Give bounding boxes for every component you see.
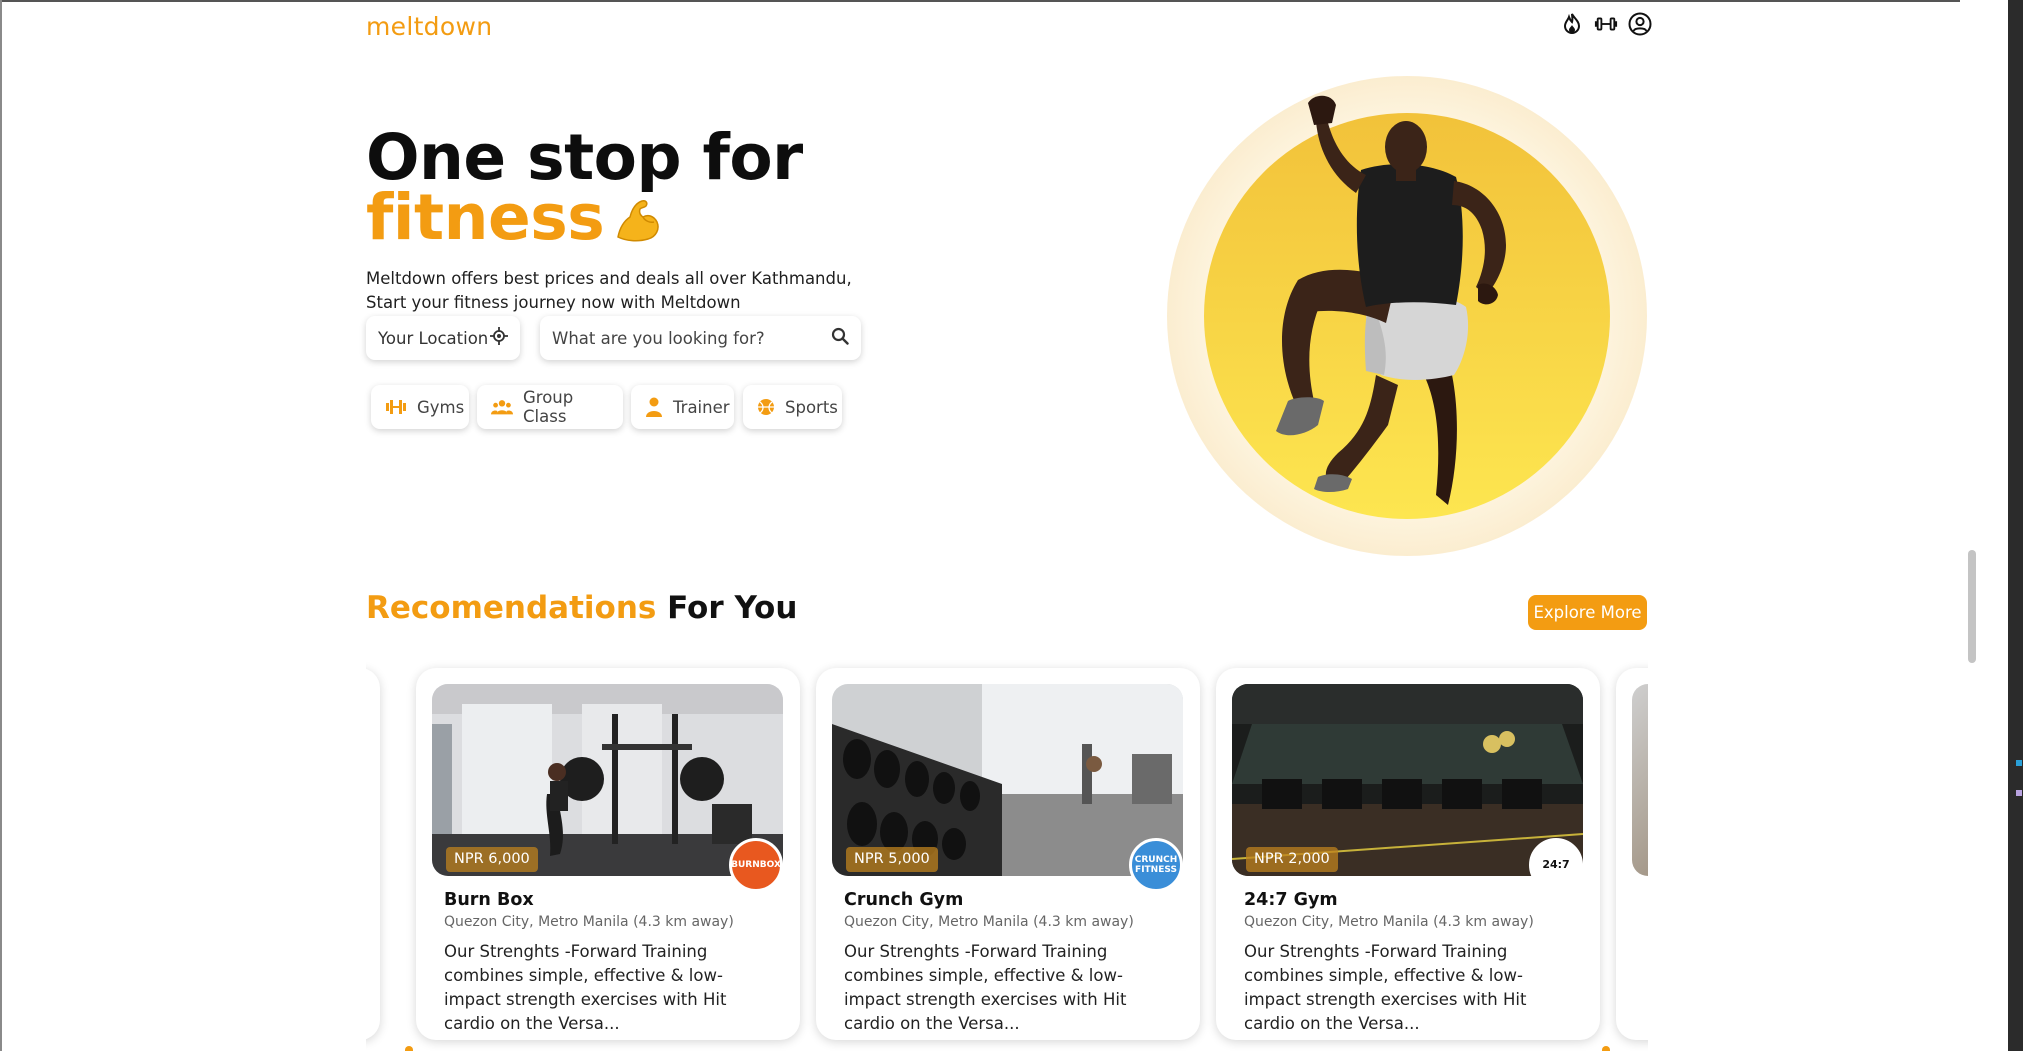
- category-label: Gyms: [417, 397, 465, 417]
- window-top-border: [0, 0, 2023, 2]
- hero-title-line1: One stop for: [366, 121, 803, 194]
- gym-card[interactable]: NPR 6,000 BURNBOX Burn Box Quezon City, …: [416, 668, 800, 1040]
- location-label: Your Location: [378, 328, 489, 348]
- explore-more-button[interactable]: Explore More: [1528, 595, 1647, 630]
- gym-location: Quezon City, Metro Manila (4.3 km away): [444, 914, 734, 930]
- gym-description: Our Strenghts -Forward Training combines…: [444, 942, 727, 1033]
- recommendations-heading: Recomendations For You: [366, 590, 797, 626]
- category-label: Group Class: [523, 388, 574, 426]
- gym-name[interactable]: Burn Box: [444, 890, 534, 910]
- gym-card[interactable]: NPR 5,000 CRUNCH FITNESS Crunch Gym Quez…: [816, 668, 1200, 1040]
- gym-card-partial[interactable]: [366, 668, 380, 1040]
- category-label: Trainer: [673, 397, 730, 417]
- gym-logo-text: BURNBOX: [731, 860, 781, 870]
- panel-marker: [2016, 790, 2022, 796]
- site-logo[interactable]: meltdown: [366, 12, 492, 41]
- gym-location: Quezon City, Metro Manila (4.3 km away): [1244, 914, 1534, 930]
- hero-description-line1: Meltdown offers best prices and deals al…: [366, 269, 852, 288]
- gym-name[interactable]: Crunch Gym: [844, 890, 963, 910]
- carousel-prev-indicator[interactable]: [405, 1046, 413, 1051]
- category-chip-group-class[interactable]: Group Class: [477, 385, 623, 429]
- flexed-biceps-icon: [614, 194, 662, 254]
- gym-logo-badge: 24:7: [1529, 838, 1583, 892]
- scrollbar-thumb[interactable]: [1968, 550, 1976, 663]
- gym-name[interactable]: 24:7 Gym: [1244, 890, 1338, 910]
- price-badge: NPR 5,000: [846, 847, 938, 872]
- recommendations-heading-rest: For You: [667, 590, 798, 626]
- hero-description-line2: Start your fitness journey now with Melt…: [366, 293, 741, 312]
- category-chip-gyms[interactable]: Gyms: [371, 385, 469, 429]
- hero-athlete-image: [1167, 76, 1647, 556]
- panel-marker: [2016, 760, 2022, 766]
- ball-icon: [757, 397, 775, 417]
- gym-logo-text: CRUNCH FITNESS: [1134, 855, 1178, 875]
- hero-description: Meltdown offers best prices and deals al…: [366, 267, 852, 315]
- gym-logo-text: 24:7: [1542, 858, 1570, 871]
- side-panel-edge: [2008, 0, 2023, 1051]
- flame-icon[interactable]: [1560, 12, 1584, 36]
- user-circle-icon[interactable]: [1628, 12, 1652, 36]
- search-bar[interactable]: [540, 316, 861, 360]
- trainer-icon: [645, 397, 663, 417]
- price-badge: NPR 2,000: [1246, 847, 1338, 872]
- search-icon[interactable]: [831, 327, 849, 349]
- category-chip-sports[interactable]: Sports: [743, 385, 842, 429]
- recommendations-heading-accent: Recomendations: [366, 590, 657, 626]
- gym-card-partial[interactable]: [1616, 668, 1648, 1040]
- category-chip-trainer[interactable]: Trainer: [631, 385, 734, 429]
- recommendations-carousel[interactable]: NPR 6,000 BURNBOX Burn Box Quezon City, …: [366, 660, 1648, 1051]
- dumbbell-icon: [385, 397, 407, 417]
- gym-card[interactable]: NPR 2,000 24:7 24:7 Gym Quezon City, Met…: [1216, 668, 1600, 1040]
- dumbbell-icon[interactable]: [1594, 12, 1618, 36]
- hero-title-accent: fitness: [366, 181, 605, 254]
- crosshair-icon: [490, 327, 508, 349]
- search-input[interactable]: [552, 328, 831, 348]
- gym-logo-badge: BURNBOX: [729, 838, 783, 892]
- gym-description: Our Strenghts -Forward Training combines…: [1244, 942, 1527, 1033]
- location-selector[interactable]: Your Location: [366, 316, 520, 360]
- hero-title: One stop for fitness: [366, 121, 803, 254]
- nav-icon-group: [1560, 12, 1652, 36]
- gym-photo: [1632, 684, 1648, 876]
- window-left-border: [0, 0, 2, 1051]
- price-badge: NPR 6,000: [446, 847, 538, 872]
- group-icon: [491, 397, 513, 417]
- gym-location: Quezon City, Metro Manila (4.3 km away): [844, 914, 1134, 930]
- scrollbar-track[interactable]: [1960, 0, 2008, 1051]
- category-label: Sports: [785, 397, 838, 417]
- gym-description: Our Strenghts -Forward Training combines…: [844, 942, 1127, 1033]
- gym-logo-badge: CRUNCH FITNESS: [1129, 838, 1183, 892]
- carousel-next-indicator[interactable]: [1602, 1046, 1610, 1051]
